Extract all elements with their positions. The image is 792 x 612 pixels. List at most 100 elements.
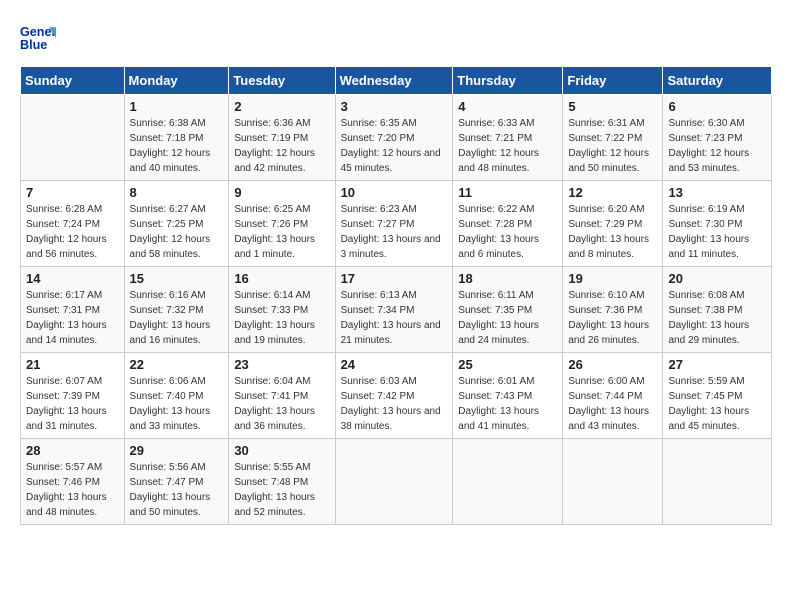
calendar-cell: 23 Sunrise: 6:04 AMSunset: 7:41 PMDayligh… xyxy=(229,353,335,439)
day-number: 3 xyxy=(341,99,448,114)
calendar-cell: 16Sunrise: 6:14 AMSunset: 7:33 PMDayligh… xyxy=(229,267,335,353)
day-number: 1 xyxy=(130,99,224,114)
calendar-cell: 10 Sunrise: 6:23 AMSunset: 7:27 PMDayligh… xyxy=(335,181,453,267)
day-info: Sunrise: 6:13 AMSunset: 7:34 PMDaylight:… xyxy=(341,288,448,348)
weekday-header-tuesday: Tuesday xyxy=(229,67,335,95)
day-info: Sunrise: 5:56 AMSunset: 7:47 PMDaylight:… xyxy=(130,460,224,520)
day-number: 27 xyxy=(668,357,766,372)
day-number: 9 xyxy=(234,185,329,200)
day-info: Sunrise: 5:59 AMSunset: 7:45 PMDaylight:… xyxy=(668,374,766,434)
calendar-cell xyxy=(335,439,453,525)
calendar-cell: 25 Sunrise: 6:01 AMSunset: 7:43 PMDayligh… xyxy=(453,353,563,439)
calendar-cell: 5 Sunrise: 6:31 AMSunset: 7:22 PMDaylight… xyxy=(563,95,663,181)
day-info: Sunrise: 6:38 AMSunset: 7:18 PMDaylight:… xyxy=(130,116,224,176)
page-header: General Blue xyxy=(20,20,772,56)
day-number: 19 xyxy=(568,271,657,286)
calendar-cell: 9Sunrise: 6:25 AMSunset: 7:26 PMDaylight… xyxy=(229,181,335,267)
calendar-cell: 8 Sunrise: 6:27 AMSunset: 7:25 PMDaylight… xyxy=(124,181,229,267)
weekday-header-thursday: Thursday xyxy=(453,67,563,95)
day-number: 26 xyxy=(568,357,657,372)
day-info: Sunrise: 6:35 AMSunset: 7:20 PMDaylight:… xyxy=(341,116,448,176)
calendar-cell: 12 Sunrise: 6:20 AMSunset: 7:29 PMDayligh… xyxy=(563,181,663,267)
day-number: 15 xyxy=(130,271,224,286)
day-number: 12 xyxy=(568,185,657,200)
day-number: 23 xyxy=(234,357,329,372)
calendar-cell: 22 Sunrise: 6:06 AMSunset: 7:40 PMDayligh… xyxy=(124,353,229,439)
calendar-cell: 21Sunrise: 6:07 AMSunset: 7:39 PMDayligh… xyxy=(21,353,125,439)
logo-icon: General Blue xyxy=(20,20,56,56)
day-info: Sunrise: 6:20 AMSunset: 7:29 PMDaylight:… xyxy=(568,202,657,262)
day-info: Sunrise: 6:16 AMSunset: 7:32 PMDaylight:… xyxy=(130,288,224,348)
day-info: Sunrise: 6:03 AMSunset: 7:42 PMDaylight:… xyxy=(341,374,448,434)
day-number: 30 xyxy=(234,443,329,458)
calendar-week-5: 28 Sunrise: 5:57 AMSunset: 7:46 PMDayligh… xyxy=(21,439,772,525)
weekday-header-monday: Monday xyxy=(124,67,229,95)
day-info: Sunrise: 6:10 AMSunset: 7:36 PMDaylight:… xyxy=(568,288,657,348)
calendar-cell: 2 Sunrise: 6:36 AMSunset: 7:19 PMDaylight… xyxy=(229,95,335,181)
day-number: 24 xyxy=(341,357,448,372)
calendar-cell: 18Sunrise: 6:11 AMSunset: 7:35 PMDayligh… xyxy=(453,267,563,353)
day-number: 13 xyxy=(668,185,766,200)
day-number: 22 xyxy=(130,357,224,372)
day-number: 5 xyxy=(568,99,657,114)
calendar-cell: 14 Sunrise: 6:17 AMSunset: 7:31 PMDayligh… xyxy=(21,267,125,353)
day-info: Sunrise: 6:11 AMSunset: 7:35 PMDaylight:… xyxy=(458,288,557,348)
calendar-table: SundayMondayTuesdayWednesdayThursdayFrid… xyxy=(20,66,772,525)
day-info: Sunrise: 5:57 AMSunset: 7:46 PMDaylight:… xyxy=(26,460,119,520)
day-number: 14 xyxy=(26,271,119,286)
calendar-cell: 11 Sunrise: 6:22 AMSunset: 7:28 PMDayligh… xyxy=(453,181,563,267)
calendar-cell xyxy=(663,439,772,525)
day-info: Sunrise: 6:27 AMSunset: 7:25 PMDaylight:… xyxy=(130,202,224,262)
weekday-header-wednesday: Wednesday xyxy=(335,67,453,95)
logo: General Blue xyxy=(20,20,56,56)
day-info: Sunrise: 6:23 AMSunset: 7:27 PMDaylight:… xyxy=(341,202,448,262)
calendar-cell xyxy=(563,439,663,525)
calendar-week-3: 14 Sunrise: 6:17 AMSunset: 7:31 PMDayligh… xyxy=(21,267,772,353)
day-number: 17 xyxy=(341,271,448,286)
calendar-week-4: 21Sunrise: 6:07 AMSunset: 7:39 PMDayligh… xyxy=(21,353,772,439)
day-info: Sunrise: 6:08 AMSunset: 7:38 PMDaylight:… xyxy=(668,288,766,348)
day-info: Sunrise: 6:22 AMSunset: 7:28 PMDaylight:… xyxy=(458,202,557,262)
day-number: 8 xyxy=(130,185,224,200)
calendar-cell: 1 Sunrise: 6:38 AMSunset: 7:18 PMDaylight… xyxy=(124,95,229,181)
calendar-cell: 7 Sunrise: 6:28 AMSunset: 7:24 PMDaylight… xyxy=(21,181,125,267)
day-number: 29 xyxy=(130,443,224,458)
day-info: Sunrise: 6:14 AMSunset: 7:33 PMDaylight:… xyxy=(234,288,329,348)
day-info: Sunrise: 5:55 AMSunset: 7:48 PMDaylight:… xyxy=(234,460,329,520)
calendar-cell: 6Sunrise: 6:30 AMSunset: 7:23 PMDaylight… xyxy=(663,95,772,181)
day-number: 2 xyxy=(234,99,329,114)
calendar-cell: 17 Sunrise: 6:13 AMSunset: 7:34 PMDayligh… xyxy=(335,267,453,353)
svg-text:Blue: Blue xyxy=(20,38,47,52)
day-number: 7 xyxy=(26,185,119,200)
calendar-cell: 30 Sunrise: 5:55 AMSunset: 7:48 PMDayligh… xyxy=(229,439,335,525)
day-number: 25 xyxy=(458,357,557,372)
calendar-week-1: 1 Sunrise: 6:38 AMSunset: 7:18 PMDaylight… xyxy=(21,95,772,181)
day-info: Sunrise: 6:33 AMSunset: 7:21 PMDaylight:… xyxy=(458,116,557,176)
calendar-cell: 13Sunrise: 6:19 AMSunset: 7:30 PMDayligh… xyxy=(663,181,772,267)
day-number: 10 xyxy=(341,185,448,200)
calendar-cell: 15 Sunrise: 6:16 AMSunset: 7:32 PMDayligh… xyxy=(124,267,229,353)
day-info: Sunrise: 6:01 AMSunset: 7:43 PMDaylight:… xyxy=(458,374,557,434)
day-number: 11 xyxy=(458,185,557,200)
day-info: Sunrise: 6:28 AMSunset: 7:24 PMDaylight:… xyxy=(26,202,119,262)
calendar-cell: 24 Sunrise: 6:03 AMSunset: 7:42 PMDayligh… xyxy=(335,353,453,439)
calendar-cell: 26 Sunrise: 6:00 AMSunset: 7:44 PMDayligh… xyxy=(563,353,663,439)
calendar-cell: 27 Sunrise: 5:59 AMSunset: 7:45 PMDayligh… xyxy=(663,353,772,439)
day-info: Sunrise: 6:04 AMSunset: 7:41 PMDaylight:… xyxy=(234,374,329,434)
calendar-cell: 4Sunrise: 6:33 AMSunset: 7:21 PMDaylight… xyxy=(453,95,563,181)
day-info: Sunrise: 6:07 AMSunset: 7:39 PMDaylight:… xyxy=(26,374,119,434)
calendar-cell xyxy=(21,95,125,181)
weekday-header-sunday: Sunday xyxy=(21,67,125,95)
day-info: Sunrise: 6:06 AMSunset: 7:40 PMDaylight:… xyxy=(130,374,224,434)
day-number: 28 xyxy=(26,443,119,458)
day-info: Sunrise: 6:36 AMSunset: 7:19 PMDaylight:… xyxy=(234,116,329,176)
day-info: Sunrise: 6:31 AMSunset: 7:22 PMDaylight:… xyxy=(568,116,657,176)
calendar-cell xyxy=(453,439,563,525)
weekday-header-friday: Friday xyxy=(563,67,663,95)
day-info: Sunrise: 6:17 AMSunset: 7:31 PMDaylight:… xyxy=(26,288,119,348)
day-info: Sunrise: 6:00 AMSunset: 7:44 PMDaylight:… xyxy=(568,374,657,434)
calendar-cell: 28 Sunrise: 5:57 AMSunset: 7:46 PMDayligh… xyxy=(21,439,125,525)
weekday-header-saturday: Saturday xyxy=(663,67,772,95)
day-info: Sunrise: 6:30 AMSunset: 7:23 PMDaylight:… xyxy=(668,116,766,176)
calendar-cell: 29 Sunrise: 5:56 AMSunset: 7:47 PMDayligh… xyxy=(124,439,229,525)
